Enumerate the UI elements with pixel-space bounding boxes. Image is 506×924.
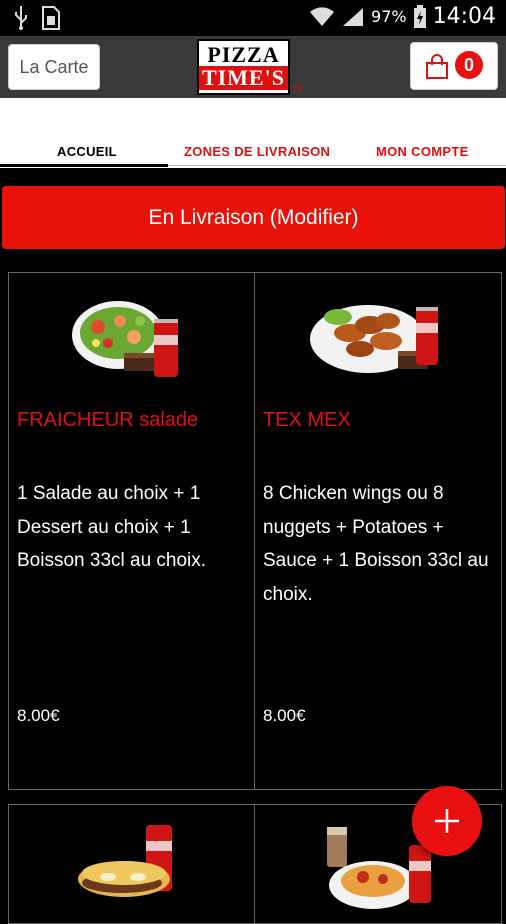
usb-icon: [15, 6, 27, 30]
signal-icon: [343, 7, 364, 26]
battery-charging-icon: [413, 4, 426, 28]
tab-zones-livraison[interactable]: ZONES DE LIVRAISON: [184, 144, 330, 159]
tab-accueil[interactable]: ACCUEIL: [57, 144, 117, 159]
menu-item-card[interactable]: [8, 804, 255, 924]
menu-item-card[interactable]: FRAICHEUR salade 1 Salade au choix + 1 D…: [8, 272, 255, 790]
tab-mon-compte[interactable]: MON COMPTE: [376, 144, 469, 159]
delivery-mode-button[interactable]: En Livraison (Modifier): [2, 186, 505, 249]
pizza-times-logo: PIZZA TIME'S: [197, 39, 290, 95]
menu-item-title: TEX MEX: [263, 409, 351, 431]
menu-item-price: 8.00€: [17, 706, 60, 725]
logo-line1: PIZZA: [207, 42, 280, 67]
cart-button[interactable]: 0: [410, 42, 498, 90]
status-icons-right: 97% 14:04: [309, 4, 496, 29]
menu-item-title: FRAICHEUR salade: [17, 409, 199, 431]
menu-item-price: 8.00€: [263, 706, 306, 725]
logo-line2: TIME'S: [199, 66, 288, 90]
add-fab-button[interactable]: [412, 786, 482, 856]
salad-menu-image: [71, 301, 178, 377]
status-icons-left: [14, 6, 60, 30]
battery-percent: 97%: [371, 7, 407, 26]
plus-icon: [435, 809, 459, 833]
menu-carte-button[interactable]: La Carte: [8, 44, 100, 90]
tab-bar: ACCUEIL ZONES DE LIVRAISON MON COMPTE: [0, 98, 506, 168]
active-tab-indicator: [0, 164, 168, 167]
status-bar: 97% 14:04: [0, 0, 506, 36]
wifi-icon: [310, 6, 335, 26]
wings-menu-image: [310, 305, 438, 373]
logo-trademark: TM: [293, 86, 304, 93]
tab-divider: [168, 165, 506, 166]
sandwich-menu-image: [77, 825, 172, 897]
menu-item-description: 8 Chicken wings ou 8 nuggets + Potatoes …: [263, 483, 489, 605]
menu-item-card[interactable]: TEX MEX 8 Chicken wings ou 8 nuggets + P…: [254, 272, 502, 790]
sim-icon: [42, 6, 60, 30]
cart-count-badge: 0: [455, 51, 483, 79]
clock: 14:04: [432, 4, 496, 29]
shopping-bag-icon: [426, 54, 448, 79]
menu-item-description: 1 Salade au choix + 1 Dessert au choix +…: [17, 483, 207, 571]
app-header: La Carte PIZZA TIME'S TM 0: [0, 36, 506, 98]
